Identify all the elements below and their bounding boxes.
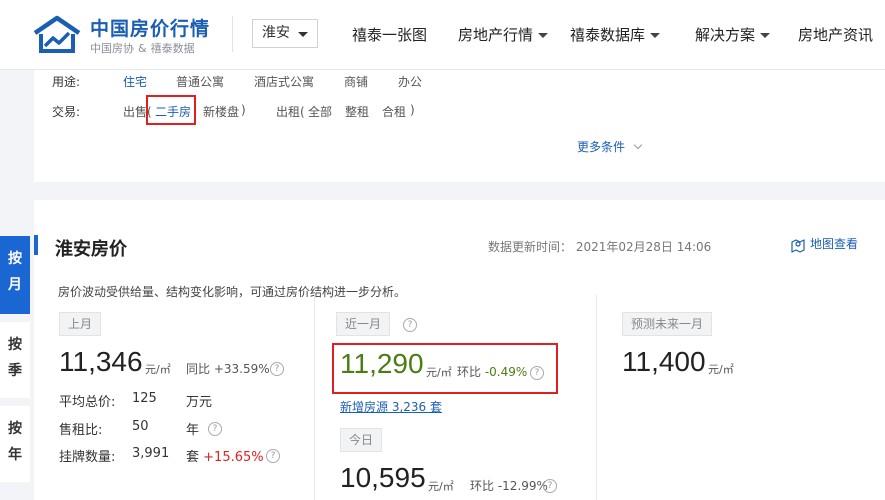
map-pin-icon (791, 238, 805, 253)
site-logo-subtitle: 中国房协 & 禧泰数据 (90, 40, 195, 56)
more-filters-label: 更多条件 (577, 140, 626, 154)
usage-option-apartment[interactable]: 普通公寓 (176, 73, 224, 90)
caret-down-icon (760, 33, 771, 38)
rent-option-shared[interactable]: 合租 (382, 103, 406, 120)
mom-label: 环比 (457, 365, 482, 379)
help-icon[interactable]: ? (208, 422, 222, 436)
nav-item-market[interactable]: 房地产行情 (458, 24, 549, 45)
price-panel: 淮安房价 数据更新时间： 2021年02月28日 14:06 地图查看 房价波动… (34, 200, 885, 500)
caret-down-icon (538, 33, 549, 38)
tab-quarterly-label: 按季 (8, 337, 22, 379)
header-divider (232, 16, 233, 52)
site-logo-title[interactable]: 中国房价行情 (90, 14, 210, 41)
nav-item-news[interactable]: 房地产资讯 (798, 24, 873, 45)
logo-sub-amp: & (138, 42, 147, 55)
tab-monthly[interactable]: 按月 (0, 236, 30, 314)
nav-item-map[interactable]: 禧泰一张图 (352, 24, 427, 45)
column-divider (596, 295, 597, 500)
forecast-price: 11,400 (622, 346, 706, 377)
rent-suffix: ) (410, 103, 415, 117)
avg-total-value: 125 (132, 391, 157, 406)
column-divider (314, 295, 315, 500)
rent-prefix: 出租( (276, 105, 305, 119)
rent-ratio-label: 售租比: (59, 423, 103, 438)
help-icon[interactable]: ? (530, 366, 544, 380)
trade-label: 交易: (52, 105, 81, 119)
avg-total-unit: 万元 (186, 395, 213, 410)
city-select[interactable]: 淮安 (252, 19, 318, 48)
usage-option-office[interactable]: 办公 (398, 73, 422, 90)
tab-yearly[interactable]: 按年 (0, 406, 30, 482)
rent-option-all[interactable]: 全部 (308, 103, 332, 120)
highlight-box (146, 95, 196, 125)
help-icon[interactable]: ? (270, 362, 284, 376)
today-mom: 环比 -12.99% (470, 477, 548, 494)
title-accent-bar (34, 235, 38, 255)
today-price: 10,595 (340, 462, 426, 493)
city-select-value: 淮安 (262, 25, 290, 41)
price-description: 房价波动受供给量、结构变化影响，可通过房价结构进一步分析。 (58, 285, 407, 299)
help-icon[interactable]: ? (403, 318, 417, 332)
last-month-unit: 元/㎡ (145, 363, 171, 376)
map-view-link[interactable]: 地图查看 (790, 235, 858, 253)
today-tag: 今日 (340, 428, 383, 452)
page-title: 淮安房价 (55, 239, 127, 260)
help-icon[interactable]: ? (266, 449, 280, 463)
listing-count-unit-text: 套 (186, 450, 200, 465)
filter-panel: 用途: 住宅 普通公寓 酒店式公寓 商铺 办公 交易: 出售( 二手房 新楼盘 … (34, 70, 885, 182)
tab-monthly-label: 按月 (8, 251, 22, 293)
nav-label: 解决方案 (695, 26, 756, 44)
help-icon[interactable]: ? (543, 479, 557, 493)
chevron-down-icon (633, 140, 643, 150)
mom-value: -0.49% (484, 365, 528, 379)
listing-count-label: 挂牌数量: (59, 450, 116, 465)
forecast-unit: 元/㎡ (708, 363, 734, 376)
listing-count-unit: 套 +15.65% (186, 446, 264, 465)
logo-sub-left: 中国房协 (90, 42, 134, 55)
new-listings-link[interactable]: 新增房源 3,236 套 (340, 398, 442, 415)
sale-suffix: ) (241, 103, 246, 117)
nav-item-solutions[interactable]: 解决方案 (695, 24, 771, 45)
recent-month-unit: 元/㎡ (426, 366, 452, 379)
avg-total-label: 平均总价: (59, 395, 116, 410)
nav-label: 房地产资讯 (798, 26, 874, 44)
top-header: 中国房价行情 中国房协 & 禧泰数据 淮安 禧泰一张图 房地产行情 禧泰数据库 解决… (0, 0, 885, 70)
logo-sub-right: 禧泰数据 (150, 42, 195, 55)
map-view-label: 地图查看 (810, 237, 859, 251)
listing-count-change: +15.65% (203, 450, 264, 465)
rent-ratio-unit: 年 (186, 423, 200, 438)
recent-month-mom: 环比 -0.49% (457, 363, 527, 380)
nav-label: 禧泰数据库 (570, 26, 646, 44)
tab-yearly-label: 按年 (8, 421, 22, 463)
sale-option-new[interactable]: 新楼盘 (203, 103, 239, 120)
house-chart-logo-icon[interactable] (32, 15, 82, 55)
caret-down-icon (298, 32, 308, 37)
today-unit: 元/㎡ (428, 480, 454, 493)
rent-option-whole[interactable]: 整租 (345, 103, 369, 120)
more-filters-button[interactable]: 更多条件 (577, 138, 643, 155)
usage-option-shop[interactable]: 商铺 (344, 73, 368, 90)
forecast-tag: 预测未来一月 (622, 312, 713, 336)
nav-label: 禧泰一张图 (352, 26, 428, 44)
tab-quarterly[interactable]: 按季 (0, 322, 30, 398)
caret-down-icon (650, 33, 661, 38)
last-month-yoy: 同比 +33.59% (186, 360, 270, 377)
usage-label: 用途: (52, 75, 81, 89)
listing-count-value: 3,991 (132, 446, 170, 461)
last-month-price: 11,346 (59, 346, 143, 377)
rent-ratio-value: 50 (132, 419, 149, 434)
usage-option-residential[interactable]: 住宅 (123, 73, 147, 90)
mom-value: -12.99% (497, 479, 548, 493)
yoy-value: +33.59% (213, 362, 270, 376)
yoy-label: 同比 (186, 362, 211, 376)
usage-option-hotel-apartment[interactable]: 酒店式公寓 (254, 73, 314, 90)
recent-month-tag: 近一月 (336, 312, 391, 336)
last-month-tag: 上月 (59, 312, 102, 336)
mom-label: 环比 (470, 479, 495, 493)
nav-item-database[interactable]: 禧泰数据库 (570, 24, 661, 45)
recent-month-price: 11,290 (340, 348, 424, 379)
update-time: 数据更新时间： 2021年02月28日 14:06 (488, 240, 712, 254)
nav-label: 房地产行情 (458, 26, 534, 44)
